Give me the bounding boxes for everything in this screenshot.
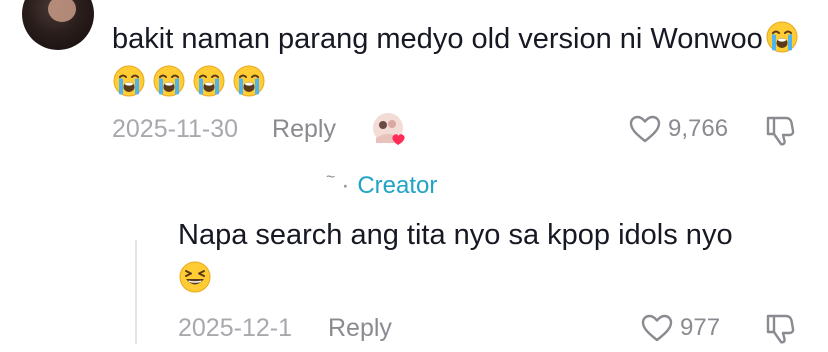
loudly-crying-face-icon: [112, 64, 146, 98]
reply-like-count: 977: [680, 314, 721, 341]
reply-date: 2025-12-1: [178, 314, 292, 342]
commenter-avatar[interactable]: [22, 0, 94, 50]
comment-like-button[interactable]: 9,766: [628, 114, 728, 144]
loudly-crying-face-icon: [232, 64, 266, 98]
creator-liked-avatar: [372, 112, 408, 148]
thumbs-down-icon: [766, 116, 795, 146]
reply-author-name-fragment[interactable]: ~: [326, 169, 335, 187]
badge-separator: ·: [341, 172, 350, 199]
heart-outline-icon: [629, 115, 661, 143]
grinning-squinting-face-icon: [178, 260, 212, 294]
reply-body: Napa search ang tita nyo sa kpop idols n…: [178, 213, 818, 301]
reply-author-row: ~ · Creator: [326, 169, 438, 200]
comment-date: 2025-11-30: [112, 115, 239, 143]
comment-dislike-button[interactable]: [762, 113, 798, 149]
reply-reply-button[interactable]: Reply: [328, 314, 392, 343]
loudly-crying-face-icon: [192, 64, 226, 98]
comment-reply-button[interactable]: Reply: [272, 115, 336, 144]
reply-text: Napa search ang tita nyo sa kpop idols n…: [178, 219, 733, 251]
comment-meta: 2025-11-30 Reply: [112, 115, 336, 144]
reply-thread-line: [135, 240, 137, 344]
heart-outline-icon: [641, 314, 673, 342]
comment-text: bakit naman parang medyo old version ni …: [112, 23, 763, 55]
reply-like-button[interactable]: 977: [640, 313, 720, 343]
loudly-crying-face-icon: [765, 20, 799, 54]
previous-username-fragment: [112, 0, 172, 6]
reply-dislike-button[interactable]: [762, 311, 798, 347]
comment-body: bakit naman parang medyo old version ni …: [112, 17, 812, 105]
creator-badge: Creator: [357, 172, 438, 199]
thumbs-down-icon: [766, 314, 795, 344]
loudly-crying-face-icon: [152, 64, 186, 98]
comment-like-count: 9,766: [668, 115, 729, 142]
reply-meta: 2025-12-1 Reply: [178, 314, 392, 343]
